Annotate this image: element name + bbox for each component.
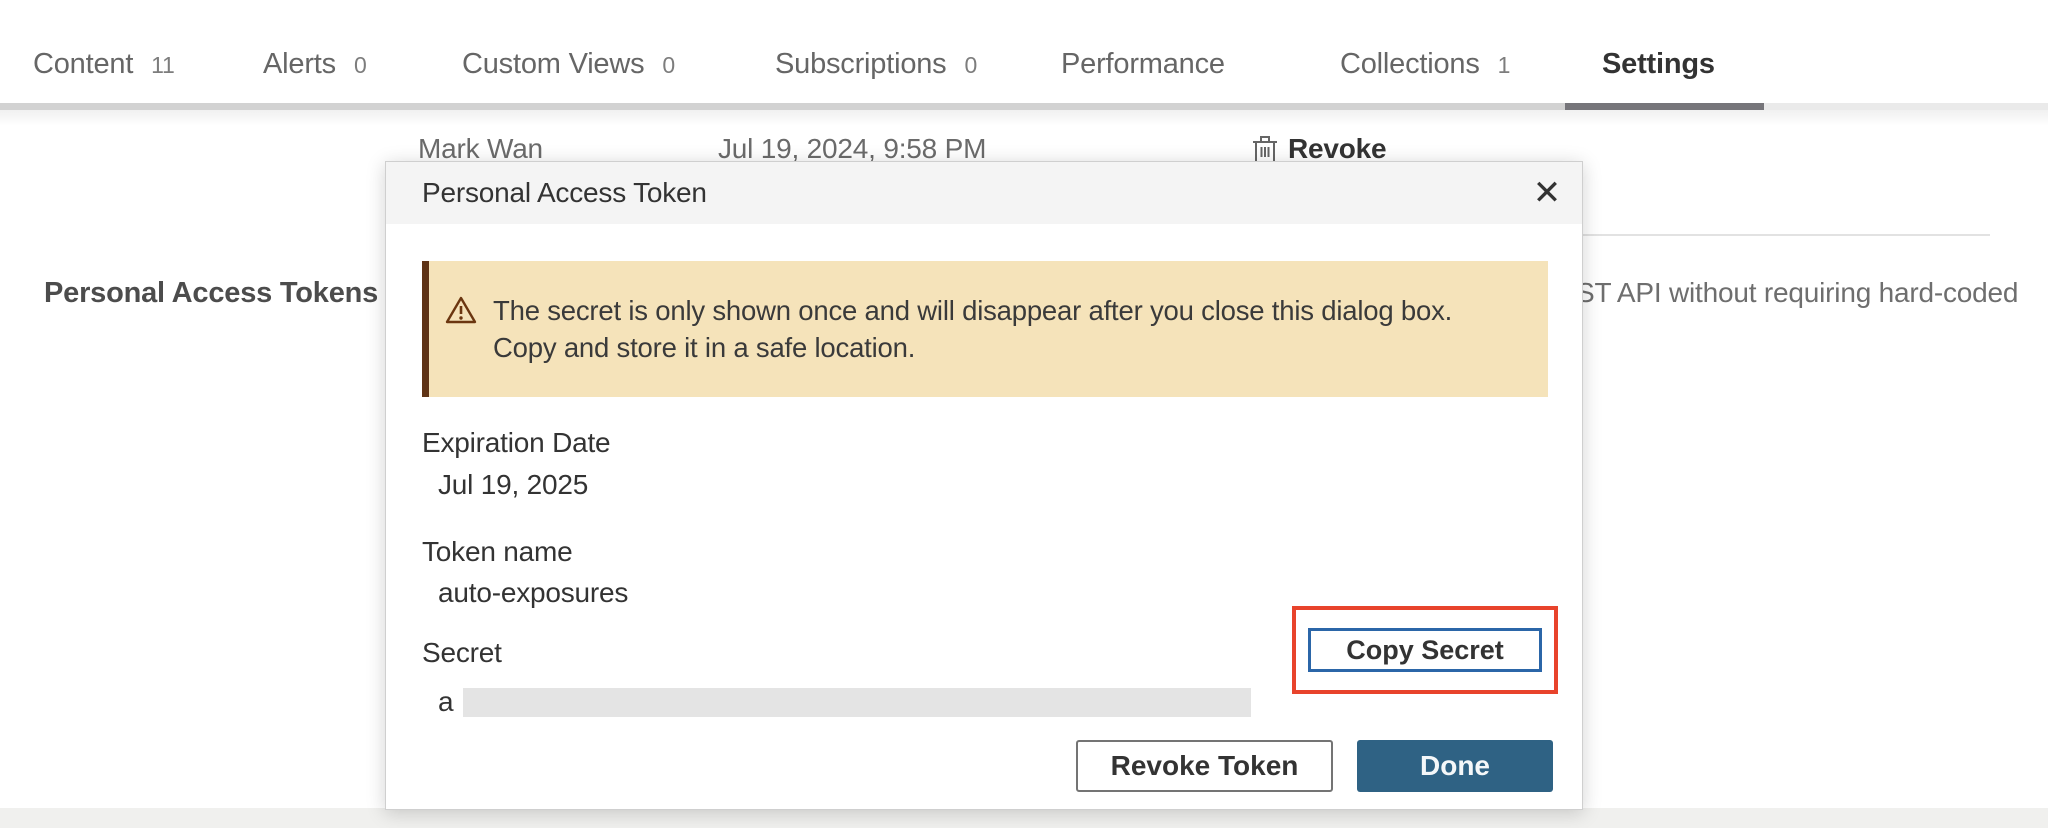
warning-banner: The secret is only shown once and will d… — [422, 261, 1548, 397]
field-value: auto-exposures — [422, 577, 1546, 609]
warning-text: The secret is only shown once and will d… — [493, 292, 1508, 366]
dialog-title: Personal Access Token — [422, 177, 707, 209]
field-token-name: Token name auto-exposures — [422, 536, 1546, 609]
tabbar-shadow — [0, 110, 2048, 126]
tab-label: Content — [33, 48, 133, 81]
copy-secret-button[interactable]: Copy Secret — [1308, 628, 1542, 672]
tab-label: Alerts — [263, 48, 336, 81]
field-expiration-date: Expiration Date Jul 19, 2025 — [422, 427, 1546, 501]
tab-count: 0 — [662, 52, 675, 79]
field-value: Jul 19, 2025 — [422, 469, 1546, 501]
tab-settings[interactable]: Settings — [1602, 48, 1715, 81]
close-icon: ✕ — [1533, 174, 1562, 212]
personal-access-token-dialog: Personal Access Token ✕ The secret is on… — [385, 161, 1583, 810]
done-button[interactable]: Done — [1357, 740, 1553, 792]
tab-performance[interactable]: Performance — [1061, 48, 1225, 81]
tab-count: 1 — [1498, 52, 1511, 79]
dialog-footer: Revoke Token Done — [1076, 740, 1553, 792]
tab-label: Settings — [1602, 48, 1715, 81]
tab-count: 11 — [151, 52, 174, 79]
tabbar-divider-right — [1764, 103, 2048, 110]
tab-label: Custom Views — [462, 48, 644, 81]
tabbar-divider — [0, 103, 1565, 110]
tab-content[interactable]: Content 11 — [33, 48, 175, 81]
close-button[interactable]: ✕ — [1522, 168, 1572, 218]
tab-subscriptions[interactable]: Subscriptions 0 — [775, 48, 977, 81]
secret-redaction-bar — [463, 688, 1251, 717]
trash-icon — [1252, 134, 1278, 164]
secret-value: a — [438, 686, 453, 718]
tab-count: 0 — [965, 52, 978, 79]
warning-triangle-icon — [445, 295, 477, 325]
section-label-personal-access-tokens: Personal Access Tokens — [44, 277, 378, 310]
dialog-header: Personal Access Token ✕ — [386, 162, 1582, 224]
tab-label: Collections — [1340, 48, 1480, 81]
field-label: Token name — [422, 536, 1546, 568]
section-divider — [1560, 234, 1990, 236]
tab-count: 0 — [354, 52, 367, 79]
tab-label: Performance — [1061, 48, 1225, 81]
revoke-token-button[interactable]: Revoke Token — [1076, 740, 1333, 792]
tab-label: Subscriptions — [775, 48, 947, 81]
field-label: Expiration Date — [422, 427, 1546, 459]
page-bottom-strip — [0, 808, 2048, 828]
tab-alerts[interactable]: Alerts 0 — [263, 48, 367, 81]
tab-collections[interactable]: Collections 1 — [1340, 48, 1510, 81]
tab-custom-views[interactable]: Custom Views 0 — [462, 48, 675, 81]
secret-value-row: a — [422, 686, 1546, 718]
page-tabs: Content 11 Alerts 0 Custom Views 0 Subsc… — [0, 48, 2048, 94]
section-description-fragment: ST API without requiring hard-coded — [1576, 277, 2046, 309]
active-tab-underline — [1565, 103, 1764, 110]
